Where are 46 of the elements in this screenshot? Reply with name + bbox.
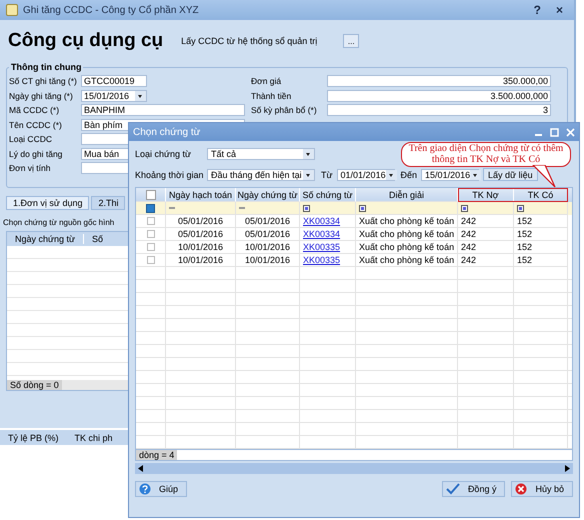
field-label: Ngày ghi tăng (*) (9, 90, 74, 101)
column-header: Ngày chứng từ (7, 234, 84, 244)
row-count: dòng = 4 (136, 450, 178, 460)
table-cell: 05/01/2016 (244, 229, 290, 239)
field-label: Mã CCDC (*) (9, 105, 60, 116)
field-label: Đơn giá (251, 76, 282, 86)
table-cell: Xuất cho phòng kế toán (359, 255, 454, 265)
table-cell: 05/01/2016 (178, 216, 224, 226)
table-cell: 152 (517, 242, 532, 252)
source-caption: Chọn chứng từ nguồn gốc hình (3, 218, 114, 227)
source-label: Lấy CCDC từ hệ thống sổ quản trị (181, 36, 318, 46)
table-cell: Xuất cho phòng kế toán (359, 229, 454, 239)
field-label: Số CT ghi tăng (*) (9, 76, 78, 86)
form-heading: Công cụ dụng cụ (8, 30, 164, 52)
table-cell: 05/01/2016 (178, 229, 224, 239)
field-label: Loại CCDC (9, 134, 53, 144)
table-cell: 10/01/2016 (178, 242, 224, 252)
table-cell: 152 (517, 255, 532, 265)
table-cell: 10/01/2016 (178, 255, 224, 265)
table-cell: Xuất cho phòng kế toán (359, 216, 454, 226)
group-title: Thông tin chung (10, 62, 82, 72)
column-header: TK chi ph (74, 432, 113, 442)
field-label: Từ (321, 170, 333, 180)
row-count: Số dòng = 0 (7, 380, 62, 390)
column-header: Số (91, 234, 104, 244)
field-label: Số kỳ phân bổ (*) (251, 105, 318, 116)
table-cell: 242 (461, 242, 476, 252)
table-cell: Xuất cho phòng kế toán (359, 242, 454, 252)
field-label: Thành tiền (251, 90, 292, 101)
field-label: Đến (400, 170, 418, 180)
table-cell: 242 (461, 255, 476, 265)
field-label: Khoảng thời gian (135, 170, 203, 180)
table-cell: 05/01/2016 (244, 216, 290, 226)
field-label: Loại chứng từ (135, 148, 192, 158)
table-cell: 242 (461, 216, 476, 226)
field-label: Đơn vị tính (9, 163, 52, 174)
table-cell: 152 (517, 216, 532, 226)
window-title: Ghi tăng CCDC - Công ty Cổ phần XYZ (23, 4, 200, 16)
table-cell: 10/01/2016 (244, 242, 290, 252)
table-cell: 242 (461, 229, 476, 239)
dialog-title: Chọn chứng từ (133, 126, 202, 138)
column-header: Tỷ lệ PB (%) (8, 432, 59, 442)
table-cell: 10/01/2016 (244, 255, 290, 265)
table-cell: 152 (517, 229, 532, 239)
field-label: Lý do ghi tăng (9, 148, 64, 159)
field-label: Tên CCDC (*) (9, 120, 63, 130)
